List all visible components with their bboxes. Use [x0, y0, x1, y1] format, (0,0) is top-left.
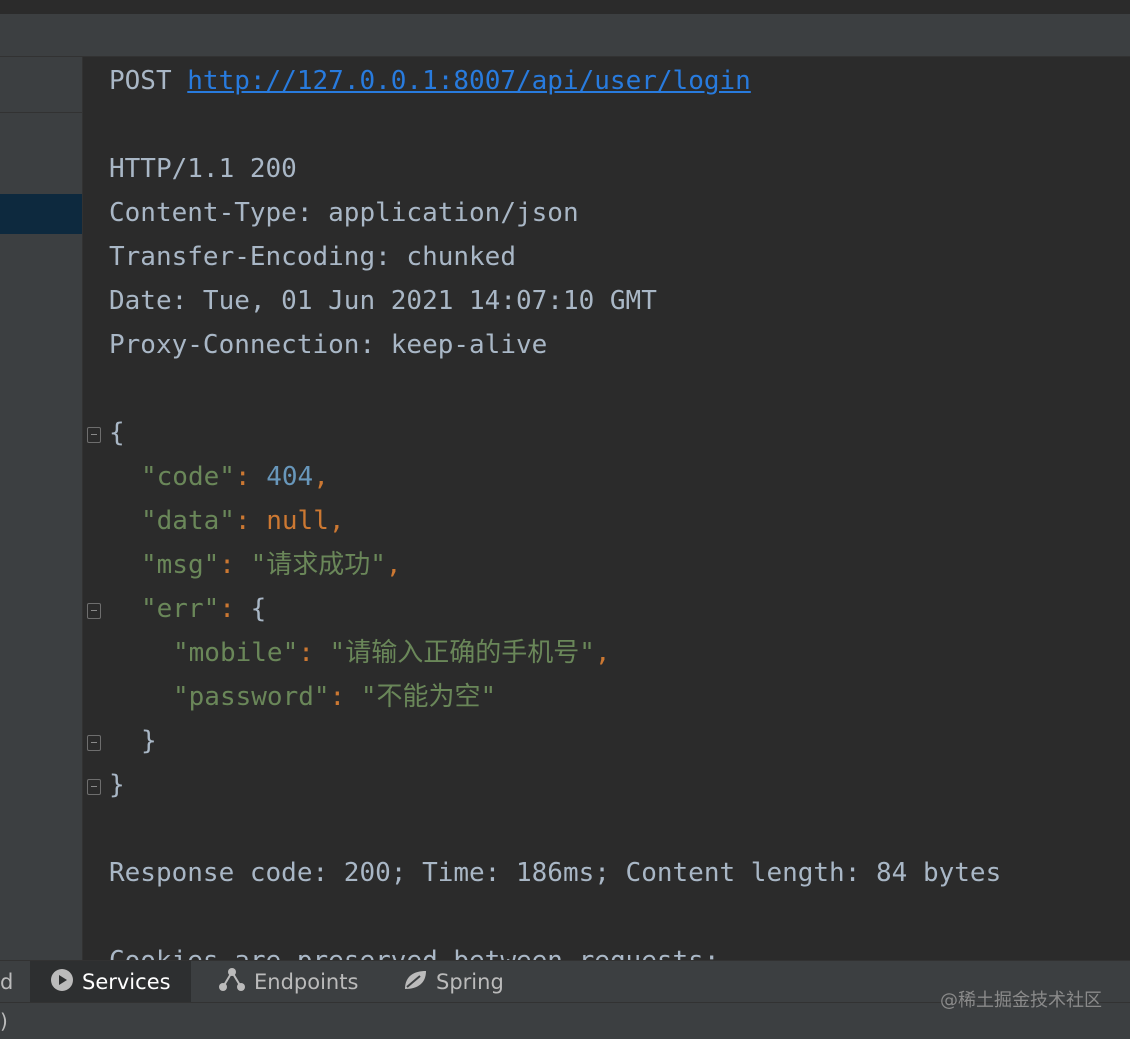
json-data-key: "data" [141, 506, 235, 536]
json-open-brace: { [109, 418, 125, 448]
tab-services-label: Services [82, 970, 171, 994]
response-editor[interactable]: POST http://127.0.0.1:8007/api/user/logi… [83, 57, 1130, 960]
fold-end-icon[interactable] [87, 735, 101, 751]
top-strip [0, 0, 1130, 14]
tab-spring-label: Spring [436, 970, 504, 994]
header-content-type: Content-Type: application/json [109, 198, 579, 228]
json-data-value: null [266, 506, 329, 536]
json-mobile-value: "请输入正确的手机号" [329, 638, 595, 668]
tab-spring[interactable]: Spring [402, 961, 504, 1003]
fold-toggle-icon[interactable] [87, 427, 101, 443]
left-panel [0, 57, 83, 960]
json-code-value: 404 [266, 462, 314, 492]
fold-toggle-icon[interactable] [87, 603, 101, 619]
watermark: @稀土掘金技术社区 [940, 990, 1102, 1011]
toolbar [0, 14, 1130, 57]
bottom-partial-text: ) [0, 1009, 8, 1033]
json-err-line: "err": { [141, 594, 267, 624]
json-password-line: "password": "不能为空" [173, 682, 497, 712]
json-password-value: "不能为空" [360, 682, 497, 712]
json-code-line: "code": 404, [141, 462, 329, 492]
json-password-key: "password" [173, 682, 330, 712]
json-mobile-line: "mobile": "请输入正确的手机号", [173, 638, 611, 668]
json-data-line: "data": null, [141, 506, 345, 536]
json-mobile-key: "mobile" [173, 638, 299, 668]
tab-endpoints-label: Endpoints [254, 970, 359, 994]
request-url-link[interactable]: http://127.0.0.1:8007/api/user/login [187, 66, 751, 96]
json-msg-key: "msg" [141, 550, 220, 580]
request-line: POST http://127.0.0.1:8007/api/user/logi… [109, 59, 751, 103]
tab-partial-label: d [0, 970, 14, 994]
json-err-close-brace: } [141, 726, 157, 756]
tab-services[interactable]: Services [30, 961, 191, 1003]
response-summary: Response code: 200; Time: 186ms; Content… [109, 858, 1002, 888]
play-icon [50, 968, 74, 997]
json-err-key: "err" [141, 594, 220, 624]
json-close-brace: } [109, 770, 125, 800]
json-code-key: "code" [141, 462, 235, 492]
header-transfer-encoding: Transfer-Encoding: chunked [109, 242, 516, 272]
cookies-line: Cookies are preserved between requests: [109, 939, 719, 960]
request-method: POST [109, 66, 172, 96]
header-date: Date: Tue, 01 Jun 2021 14:07:10 GMT [109, 286, 657, 316]
json-msg-value: "请求成功" [250, 550, 386, 580]
status-line: HTTP/1.1 200 [109, 154, 297, 184]
tab-endpoints[interactable]: Endpoints [218, 961, 358, 1003]
tab-partial[interactable]: d [0, 961, 24, 1003]
endpoints-icon [218, 967, 246, 998]
json-msg-line: "msg": "请求成功", [141, 550, 402, 580]
left-panel-separator [0, 112, 82, 113]
spring-leaf-icon [402, 968, 428, 997]
header-proxy-connection: Proxy-Connection: keep-alive [109, 330, 548, 360]
fold-end-icon[interactable] [87, 779, 101, 795]
left-panel-selected-row[interactable] [0, 194, 82, 234]
